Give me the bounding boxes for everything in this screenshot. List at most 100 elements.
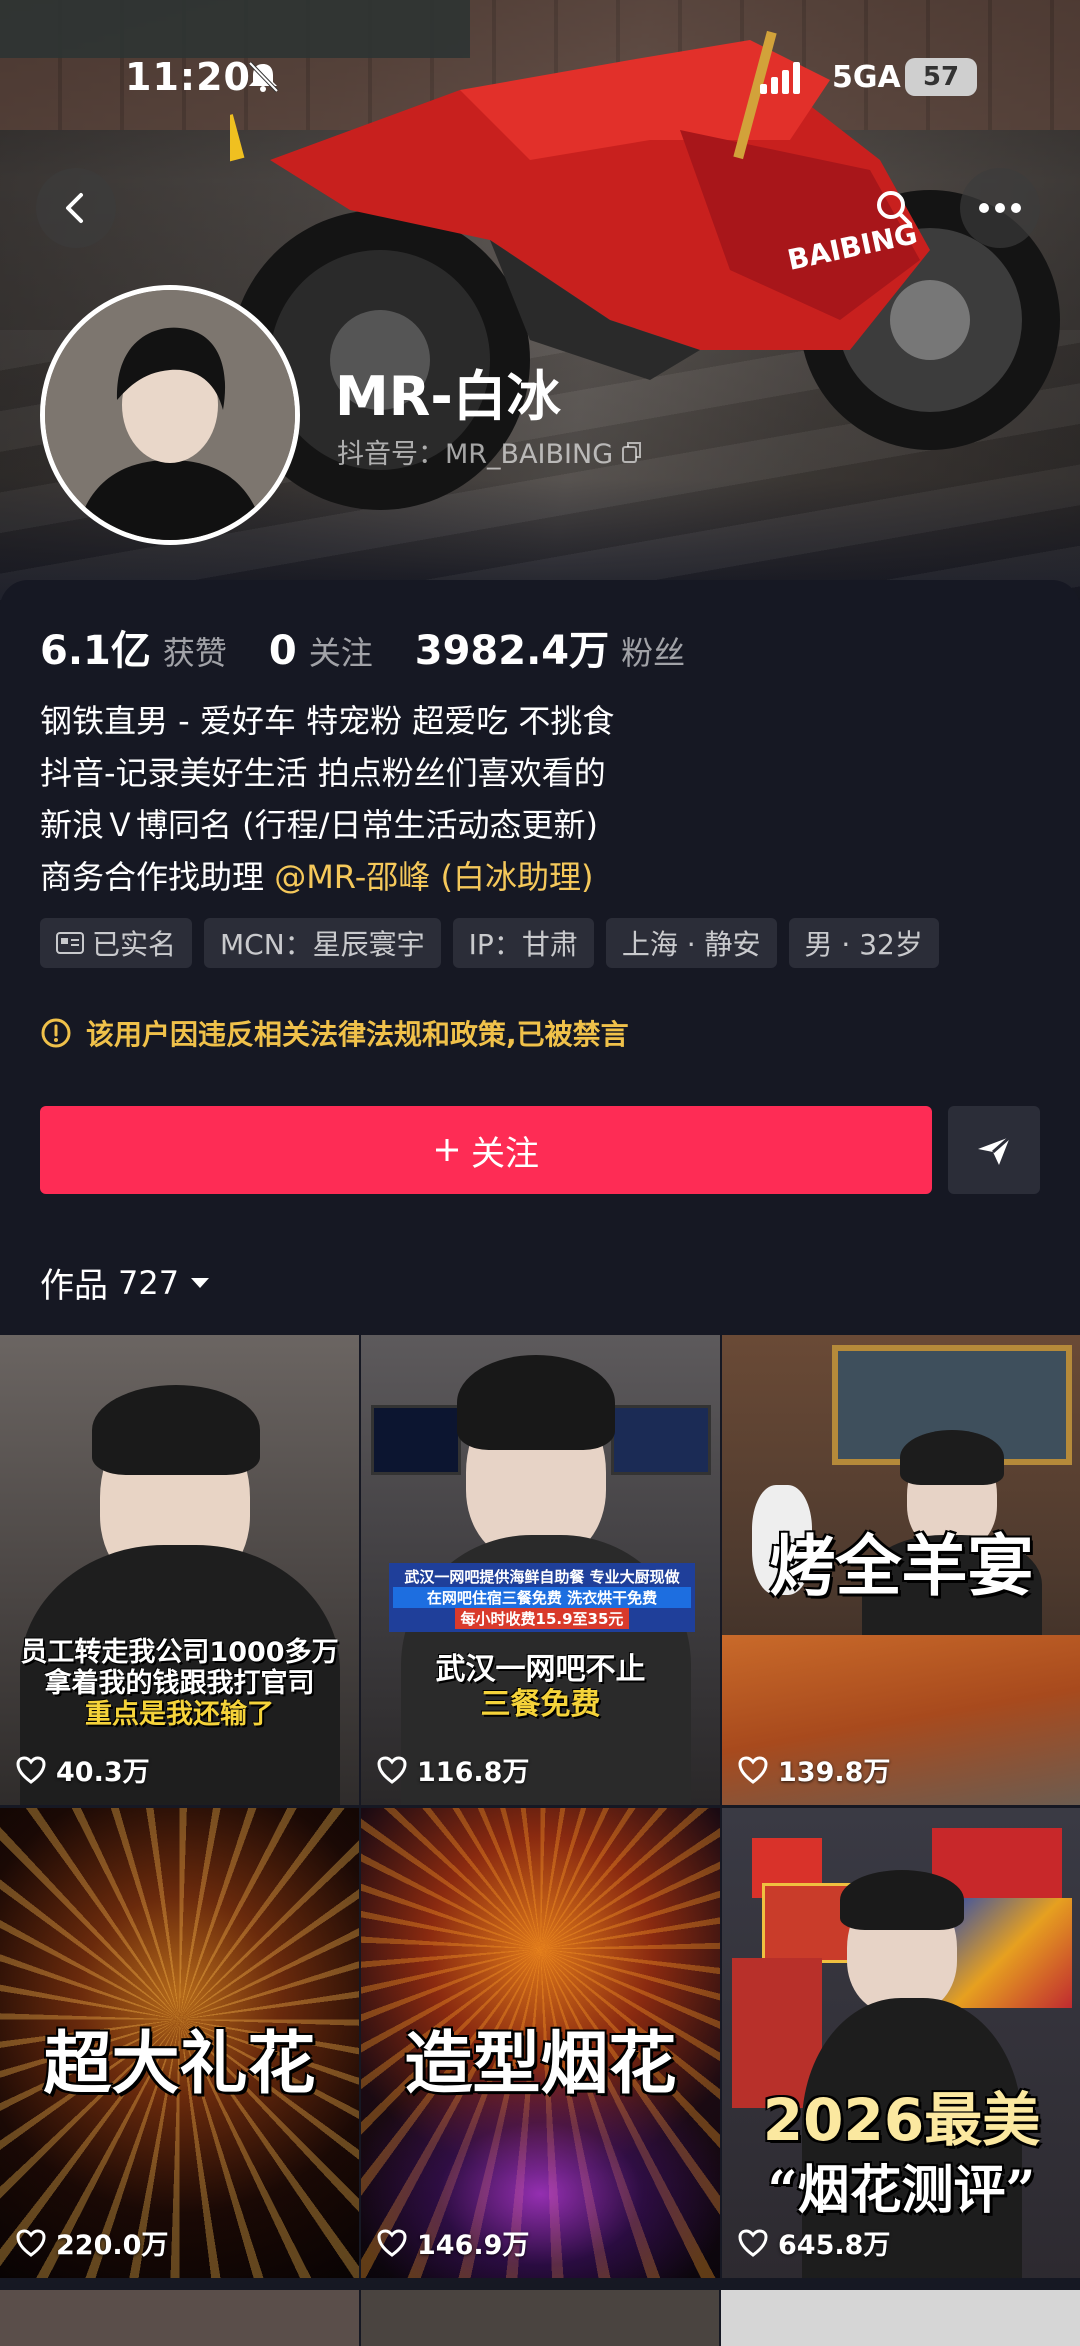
tag-mcn: MCN：星辰寰宇 [204,918,441,968]
thumbnail-hair [92,1385,260,1475]
works-count: 727 [118,1263,180,1302]
copy-icon[interactable] [621,440,643,464]
video-likes: 139.8万 [738,1750,890,1789]
search-button[interactable] [854,168,934,248]
video-thumbnail[interactable]: 武汉一网吧提供海鲜自助餐 专业大厨现做 在网吧住宿三餐免费 洗衣烘干免费 每小时… [361,1335,720,1805]
bio-line: 商务合作找助理 @MR-邵峰 (白冰助理) [40,851,614,903]
video-likes-count: 139.8万 [778,1757,891,1788]
douyin-id-text: 抖音号：MR_BAIBING [337,439,614,470]
video-thumbnail-partial[interactable] [0,2290,359,2346]
more-options-button[interactable] [960,168,1040,248]
bio-mention-link[interactable]: @MR-邵峰 (白冰助理) [274,858,593,896]
video-caption: 员工转走我公司1000多万 拿着我的钱跟我打官司 重点是我还输了 [0,1637,359,1730]
douyin-id[interactable]: 抖音号：MR_BAIBING [337,432,643,471]
bio-line: 钢铁直男 - 爱好车 特宠粉 超爱吃 不挑食 [40,702,615,740]
video-thumbnail[interactable]: 烤全羊宴 139.8万 [722,1335,1080,1805]
send-icon [978,1135,1011,1165]
ban-notice: 该用户因违反相关法律法规和政策,已被禁言 [40,1013,629,1053]
video-grid-next-row [0,2290,1080,2346]
video-thumbnail[interactable]: 员工转走我公司1000多万 拿着我的钱跟我打官司 重点是我还输了 40.3万 [0,1335,359,1805]
video-thumbnail-partial[interactable] [360,2290,720,2346]
video-thumbnail-partial[interactable] [721,2290,1080,2346]
status-time: 11:20 [125,55,251,99]
banner-line: 武汉一网吧提供海鲜自助餐 专业大厨现做 [404,1568,680,1586]
battery-indicator: 57 [905,58,977,96]
video-caption: 超大礼花 [43,2024,316,2104]
ban-notice-text: 该用户因违反相关法律法规和政策,已被禁言 [86,1018,629,1051]
caption-line: 三餐免费 [480,1686,601,1722]
likes-count: 6.1亿 [40,628,151,674]
tag-verified: 已实名 [40,918,193,968]
tag-label: MCN：星辰寰宇 [220,928,425,961]
works-label: 作品 [40,1266,108,1306]
follow-button[interactable]: 关注 [40,1106,932,1194]
followers-label[interactable]: 粉丝 [621,628,685,674]
heart-icon [738,1755,768,1784]
video-thumbnail[interactable]: 超大礼花 220.0万 [0,1808,359,2278]
caption-line: 重点是我还输了 [85,1699,274,1731]
followers-count[interactable]: 3982.4万 [415,618,609,676]
profile-name: MR-白冰 [335,365,561,428]
caption-line: 武汉一网吧不止 [435,1652,646,1687]
video-caption-top: 2026最美 [762,2086,1041,2154]
thumbnail-monitor [611,1405,711,1475]
video-info-banner: 武汉一网吧提供海鲜自助餐 专业大厨现做 在网吧住宿三餐免费 洗衣烘干免费 每小时… [389,1563,695,1632]
banner-line: 每小时收费15.9至35元 [454,1608,630,1629]
caret-down-icon [191,1277,210,1288]
plus-icon [436,1139,458,1161]
heart-icon [377,2228,407,2257]
tag-label: 上海 · 静安 [621,928,761,961]
avatar-portrait-image [45,290,295,540]
video-likes: 40.3万 [16,1750,150,1789]
video-likes: 146.9万 [377,2223,529,2262]
video-thumbnail[interactable]: 2026最美 “烟花测评” 645.8万 [722,1808,1080,2278]
thumbnail-hair [900,1430,1004,1485]
video-caption: 武汉一网吧不止 三餐免费 [361,1652,720,1722]
tag-location: 上海 · 静安 [605,918,777,968]
heart-icon [16,1755,46,1784]
heart-icon [738,2228,768,2257]
tag-label: 已实名 [92,928,177,961]
caption-line: 拿着我的钱跟我打官司 [44,1668,315,1700]
follow-button-label: 关注 [471,1133,539,1174]
back-button[interactable] [36,168,116,248]
tag-label: IP：甘肃 [468,928,578,961]
caption-line: 员工转走我公司1000多万 [20,1637,339,1668]
bio-line-text: 商务合作找助理 [40,858,275,896]
video-likes-count: 40.3万 [56,1757,150,1788]
thumbnail-monitor [371,1405,461,1475]
bio-line: 新浪Ｖ博同名 (行程/日常生活动态更新) [40,806,598,844]
mute-bell-icon [248,61,279,93]
banner-line: 在网吧住宿三餐免费 洗衣烘干免费 [393,1587,691,1608]
id-card-icon [56,932,84,954]
following-label[interactable]: 关注 [309,628,373,674]
status-bar: 11:20 5GA 57 [0,0,1080,150]
share-button[interactable] [948,1106,1040,1194]
following-count[interactable]: 0 [269,628,297,674]
bio-line: 抖音-记录美好生活 拍点粉丝们喜欢看的 [40,754,606,792]
signal-icon [760,62,800,94]
video-caption-bottom: “烟花测评” [767,2160,1036,2221]
warning-icon [41,1018,71,1048]
likes-label: 获赞 [162,634,227,672]
heart-icon [377,1755,407,1784]
video-likes: 116.8万 [377,1750,529,1789]
profile-stats: 6.1亿 获赞 0 关注 3982.4万 粉丝 [40,618,727,676]
video-caption: 烤全羊宴 [769,1527,1034,1605]
heart-icon [16,2228,46,2257]
tag-gender-age: 男 · 32岁 [788,918,939,968]
thumbnail-hair [457,1355,615,1450]
video-thumbnail[interactable]: 造型烟花 146.9万 [361,1808,720,2278]
video-likes: 645.8万 [738,2223,890,2262]
profile-bio: 钢铁直男 - 爱好车 特宠粉 超爱吃 不挑食 抖音-记录美好生活 拍点粉丝们喜欢… [40,695,614,903]
avatar[interactable] [40,285,300,545]
video-likes-count: 645.8万 [778,2230,891,2261]
video-likes-count: 116.8万 [417,1757,530,1788]
video-caption: 造型烟花 [404,2024,677,2104]
tag-label: 男 · 32岁 [804,928,923,961]
network-type: 5GA [832,60,901,95]
video-likes: 220.0万 [16,2223,168,2262]
works-tab[interactable]: 作品 727 [40,1258,211,1307]
search-icon [877,191,912,226]
chevron-left-icon [66,193,83,223]
